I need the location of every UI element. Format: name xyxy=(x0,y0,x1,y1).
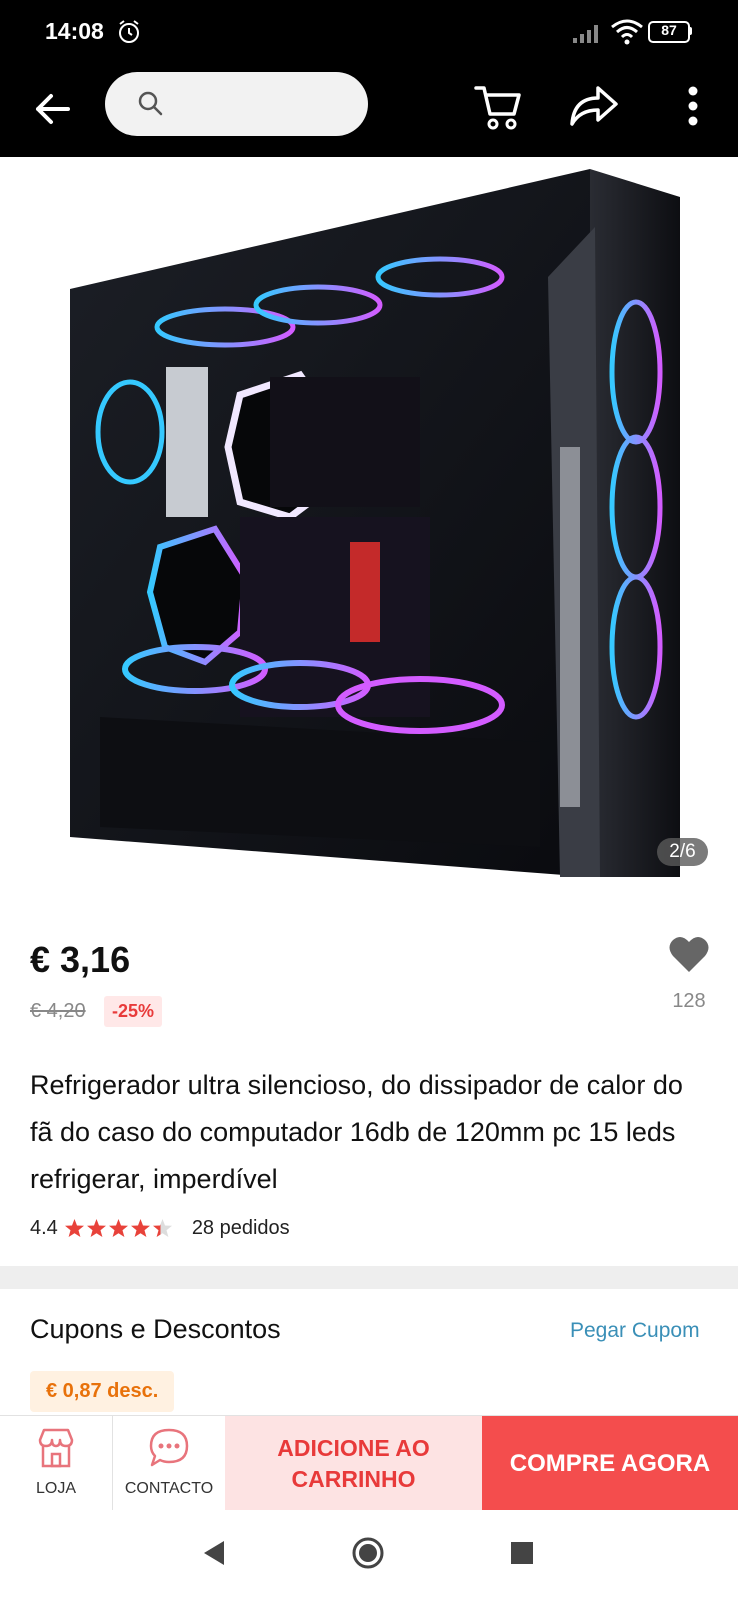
search-icon xyxy=(138,91,163,116)
product-image[interactable] xyxy=(0,157,738,895)
section-divider xyxy=(0,1266,738,1289)
bottom-action-bar: LOJA CONTACTO ADICIONE AO CARRINHO COMPR… xyxy=(0,1415,738,1511)
original-price: € 4,20 xyxy=(30,1000,86,1022)
top-app-bar xyxy=(0,66,738,157)
nav-home-icon[interactable] xyxy=(351,1536,385,1570)
chat-icon xyxy=(149,1428,189,1467)
add-to-cart-button[interactable]: ADICIONE AO CARRINHO xyxy=(225,1416,482,1511)
add-to-cart-label: ADICIONE AO CARRINHO xyxy=(277,1434,430,1492)
signal-icon xyxy=(573,25,598,43)
orders-count: 28 pedidos xyxy=(191,1216,290,1239)
star-icon xyxy=(64,1219,84,1237)
pc-case-image xyxy=(70,169,680,877)
coupons-title: Cupons e Descontos xyxy=(30,1314,281,1344)
system-nav-bar xyxy=(0,1510,738,1600)
contact-label: CONTACTO xyxy=(124,1480,214,1497)
battery-icon: 87 xyxy=(648,21,692,43)
rating-stars xyxy=(64,1218,174,1238)
star-icon xyxy=(152,1219,172,1237)
product-price: € 3,16 xyxy=(30,939,131,980)
cart-icon[interactable] xyxy=(473,80,525,132)
battery-level: 87 xyxy=(661,22,677,38)
star-icon xyxy=(86,1219,106,1237)
nav-back-icon[interactable] xyxy=(200,1538,230,1568)
contact-button[interactable]: CONTACTO xyxy=(113,1416,225,1511)
buy-now-label: COMPRE AGORA xyxy=(509,1449,711,1477)
image-counter: 2/6 xyxy=(657,838,708,866)
search-input[interactable] xyxy=(175,86,359,124)
store-button[interactable]: LOJA xyxy=(0,1416,113,1511)
star-icon xyxy=(130,1219,150,1237)
star-icon xyxy=(108,1219,128,1237)
share-icon[interactable] xyxy=(568,82,620,130)
status-bar: 14:08 87 xyxy=(0,0,738,66)
search-bar[interactable] xyxy=(105,72,368,136)
nav-recents-icon[interactable] xyxy=(510,1541,534,1565)
wishlist-count: 128 xyxy=(672,990,706,1012)
coupon-chip[interactable]: € 0,87 desc. xyxy=(30,1371,175,1412)
more-vertical-icon[interactable] xyxy=(675,80,711,132)
product-title: Refrigerador ultra silencioso, do dissip… xyxy=(30,1070,683,1194)
buy-now-button[interactable]: COMPRE AGORA xyxy=(482,1416,738,1511)
wifi-icon xyxy=(611,19,643,45)
store-label: LOJA xyxy=(35,1480,76,1497)
rating-value: 4.4 xyxy=(30,1216,58,1239)
back-arrow-icon[interactable] xyxy=(30,86,76,132)
rating-row[interactable]: 4.4 28 pedidos xyxy=(30,1213,290,1243)
store-icon xyxy=(38,1428,74,1468)
get-coupon-link[interactable]: Pegar Cupom xyxy=(570,1319,700,1343)
heart-icon[interactable] xyxy=(668,934,710,974)
alarm-icon xyxy=(119,20,139,43)
discount-badge: -25% xyxy=(104,996,163,1027)
status-time: 14:08 xyxy=(45,18,104,44)
